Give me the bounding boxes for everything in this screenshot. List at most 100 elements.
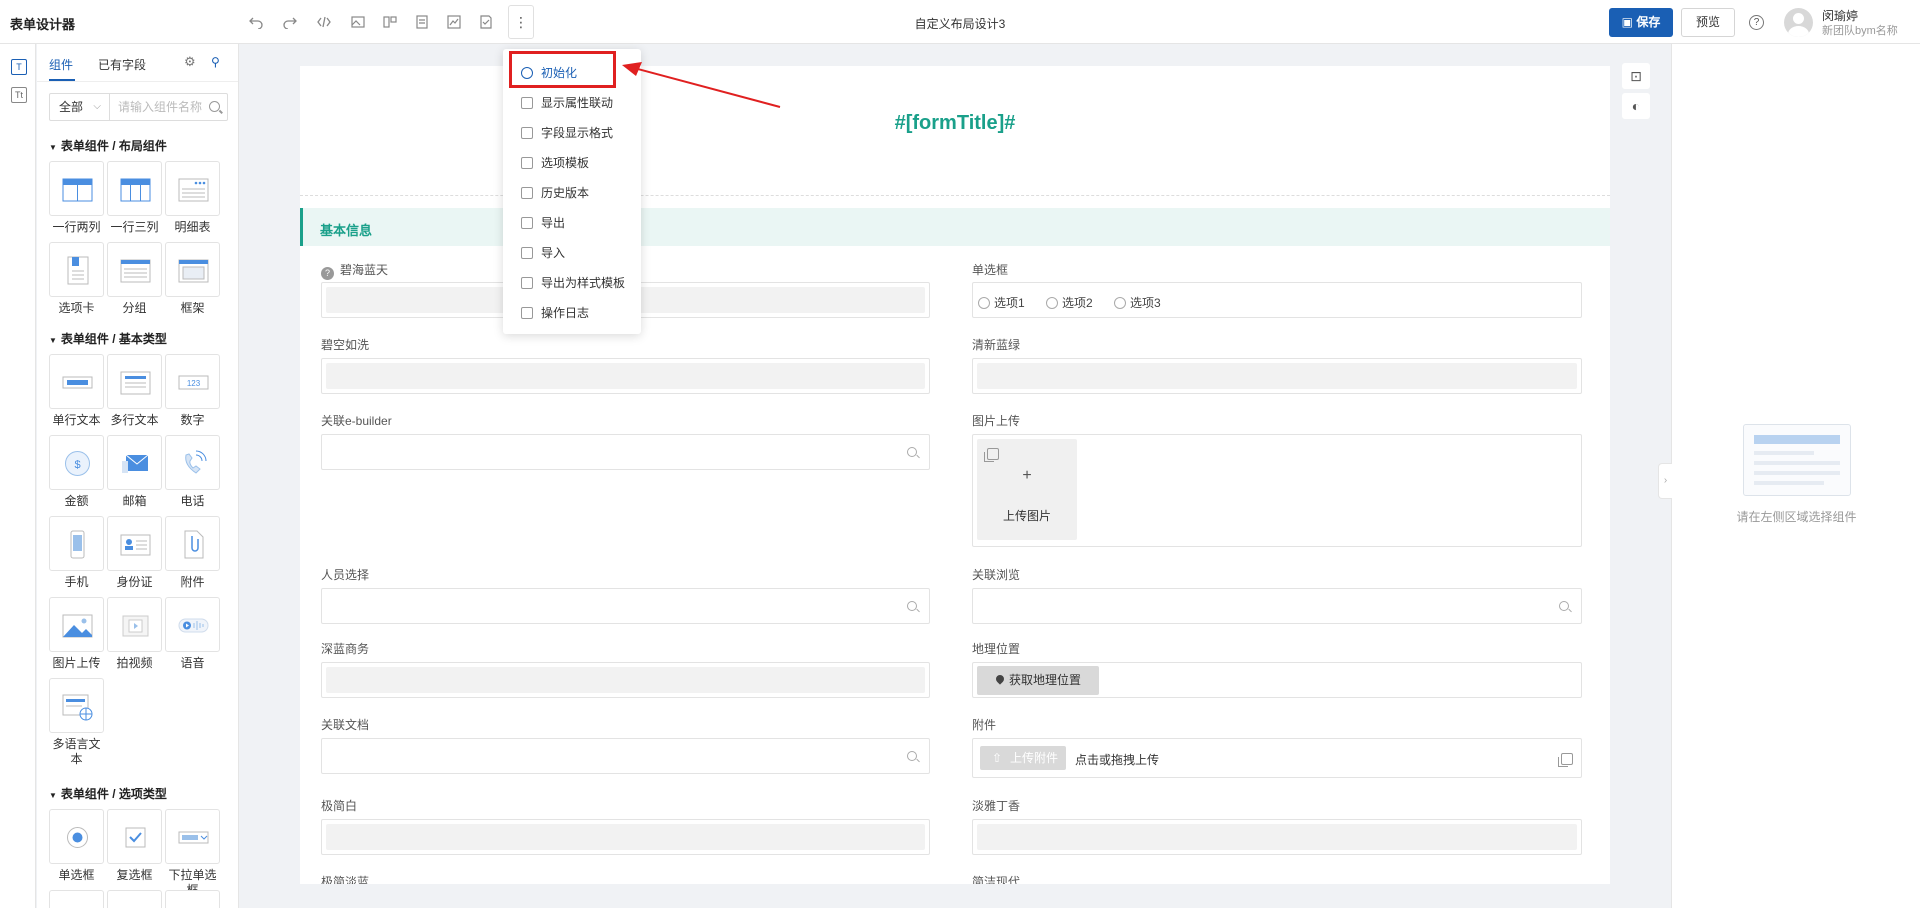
field-label: 清新蓝绿 xyxy=(972,338,1021,352)
collapse-handle[interactable]: › xyxy=(1658,463,1672,499)
menu-item-operation-log[interactable]: 操作日志 xyxy=(503,299,641,327)
comp-more-2[interactable] xyxy=(107,890,162,908)
field-input[interactable] xyxy=(972,819,1582,855)
user-picker-input[interactable] xyxy=(321,588,930,624)
browse-input[interactable] xyxy=(972,588,1582,624)
field-input[interactable] xyxy=(321,819,930,855)
get-location-button[interactable]: 获取地理位置 xyxy=(977,666,1099,695)
menu-item-option-template[interactable]: 选项模板 xyxy=(503,149,641,177)
empty-state-text: 请在左侧区域选择组件 xyxy=(1736,510,1857,524)
comp-video[interactable]: 拍视频 xyxy=(107,597,162,671)
menu-item-history[interactable]: 历史版本 xyxy=(503,179,641,207)
field-label: 深蓝商务 xyxy=(321,642,370,656)
pin-icon[interactable]: ⚲ xyxy=(211,55,225,69)
comp-group[interactable]: 分组 xyxy=(107,242,162,316)
copy-icon xyxy=(984,448,999,462)
avatar[interactable] xyxy=(1784,8,1813,37)
menu-item-import[interactable]: 导入 xyxy=(503,239,641,267)
radio-option[interactable]: 选项2 xyxy=(1046,294,1093,311)
text-tool-icon[interactable]: Tt xyxy=(11,87,27,103)
component-filter: 全部 ⌵ 请输入组件名称 xyxy=(49,93,228,121)
gear-icon[interactable]: ⚙ xyxy=(184,55,198,69)
comp-id-card[interactable]: 身份证 xyxy=(107,516,162,590)
field-label: 淡雅丁香 xyxy=(972,799,1021,813)
comp-single-line-text[interactable]: 单行文本 xyxy=(49,354,104,428)
frame-icon xyxy=(178,259,209,283)
svg-text:123: 123 xyxy=(187,379,201,388)
field-label: 极简白 xyxy=(321,799,358,813)
annotation-highlight-box xyxy=(509,51,616,88)
field-label: 单选框 xyxy=(972,263,1009,277)
browse-input[interactable] xyxy=(321,434,930,470)
form-title[interactable]: #[formTitle]# xyxy=(300,112,1610,135)
comp-two-columns[interactable]: 一行两列 xyxy=(49,161,104,235)
components-icon[interactable]: T xyxy=(11,59,27,75)
group-title-basic[interactable]: ▼ 表单组件 / 基本类型 xyxy=(49,330,167,347)
radio-option[interactable]: 选项3 xyxy=(1114,294,1161,311)
menu-item-export-style-template[interactable]: 导出为样式模板 xyxy=(503,269,641,297)
radio-option[interactable]: 选项1 xyxy=(978,294,1025,311)
panel-tabs: 组件 已有字段 ⚙ ⚲ xyxy=(37,44,238,82)
comp-image-upload[interactable]: 图片上传 xyxy=(49,597,104,671)
field-input[interactable] xyxy=(972,358,1582,394)
user-team: 新团队bym名称 xyxy=(1822,25,1898,37)
theme-button[interactable]: ◐ xyxy=(1622,93,1650,119)
field-label: 关联文档 xyxy=(321,718,370,732)
comp-dropdown[interactable]: 下拉单选框 xyxy=(165,809,220,898)
layout-toggle-button[interactable]: ⊡ xyxy=(1622,63,1650,89)
video-icon xyxy=(122,615,149,637)
comp-attachment[interactable]: 附件 xyxy=(165,516,220,590)
group-icon xyxy=(120,259,151,283)
single-line-text-icon xyxy=(62,376,93,389)
menu-item-export[interactable]: 导出 xyxy=(503,209,641,237)
section-header[interactable]: 基本信息 xyxy=(300,208,1610,246)
search-icon xyxy=(907,447,917,457)
comp-detail-table[interactable]: 明细表 xyxy=(165,161,220,235)
tab-underline xyxy=(49,79,75,81)
comp-multi-line-text[interactable]: 多行文本 xyxy=(107,354,162,428)
comp-tabs[interactable]: 选项卡 xyxy=(49,242,104,316)
tab-existing-fields[interactable]: 已有字段 xyxy=(98,56,146,73)
comp-radio[interactable]: 单选框 xyxy=(49,809,104,883)
comp-frame[interactable]: 框架 xyxy=(165,242,220,316)
comp-multilingual-text[interactable]: 多语言文本 xyxy=(49,678,104,767)
empty-state-illustration xyxy=(1743,424,1851,496)
upload-attachment-button[interactable]: 上传附件 xyxy=(980,746,1066,770)
tab-components[interactable]: 组件 xyxy=(49,56,73,73)
comp-checkbox[interactable]: 复选框 xyxy=(107,809,162,883)
top-bar: 表单设计器 ⋮ 自定义布局设计3 ▣ 保存 预览 ? 闵瑜婷 新团队bym名称 xyxy=(0,0,1920,44)
document-input[interactable] xyxy=(321,738,930,774)
comp-number[interactable]: 123 数字 xyxy=(165,354,220,428)
comp-more-1[interactable] xyxy=(49,890,104,908)
field-label: 关联e-builder xyxy=(321,414,392,428)
comp-email[interactable]: 邮箱 xyxy=(107,435,162,509)
copy-icon[interactable] xyxy=(1558,753,1573,767)
radio-icon xyxy=(67,827,88,848)
preview-button[interactable]: 预览 xyxy=(1681,8,1735,37)
field-label: 碧空如洗 xyxy=(321,338,370,352)
location-field: 获取地理位置 xyxy=(972,662,1582,698)
coin-icon: $ xyxy=(65,451,90,476)
search-icon[interactable] xyxy=(209,101,220,112)
comp-mobile[interactable]: 手机 xyxy=(49,516,104,590)
comp-phone[interactable]: 电话 xyxy=(165,435,220,509)
field-input[interactable] xyxy=(321,662,930,698)
format-icon xyxy=(521,127,533,139)
menu-item-field-format[interactable]: 字段显示格式 xyxy=(503,119,641,147)
form-canvas[interactable]: #[formTitle]# 基本信息 ? 碧海蓝天 单选框 选项1 选项2 选项3… xyxy=(300,66,1610,884)
save-label: 保存 xyxy=(1636,15,1661,29)
help-icon[interactable]: ? xyxy=(1749,15,1764,30)
category-select[interactable]: 全部 ⌵ xyxy=(50,94,110,120)
component-search-input[interactable]: 请输入组件名称 xyxy=(112,94,204,120)
comp-more-3[interactable] xyxy=(165,890,220,908)
comp-voice[interactable]: 语音 xyxy=(165,597,220,671)
checkbox-icon xyxy=(125,827,146,848)
comp-amount[interactable]: $ 金额 xyxy=(49,435,104,509)
group-title-options[interactable]: ▼ 表单组件 / 选项类型 xyxy=(49,785,167,802)
upload-image-button[interactable]: + 上传图片 xyxy=(977,439,1077,540)
group-title-layout[interactable]: ▼ 表单组件 / 布局组件 xyxy=(49,137,167,154)
field-input[interactable] xyxy=(321,358,930,394)
save-button[interactable]: ▣ 保存 xyxy=(1609,8,1673,37)
comp-three-columns[interactable]: 一行三列 xyxy=(107,161,162,235)
question-icon[interactable]: ? xyxy=(321,267,334,280)
